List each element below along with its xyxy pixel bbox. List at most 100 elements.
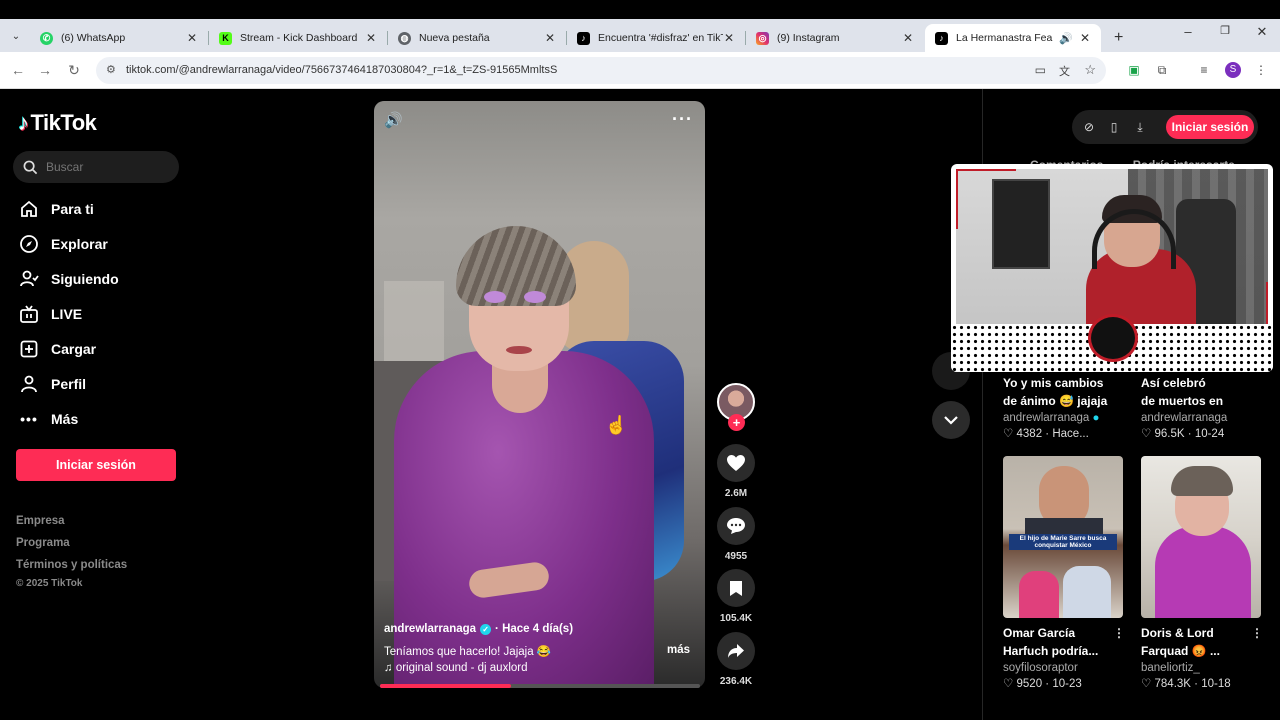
- share-action[interactable]: 236.4K: [716, 632, 756, 687]
- video-author-name[interactable]: andrewlarranaga: [384, 623, 476, 635]
- share-count: 236.4K: [719, 676, 753, 687]
- tab-title: (6) WhatsApp: [61, 32, 126, 44]
- close-tab-icon[interactable]: ✕: [365, 31, 377, 45]
- kick-icon: K: [219, 31, 232, 45]
- cast-icon[interactable]: ▭: [1035, 63, 1046, 77]
- video-more-link[interactable]: más: [667, 644, 690, 658]
- login-button[interactable]: Iniciar sesión: [16, 449, 176, 481]
- phone-icon[interactable]: ▯: [1106, 119, 1122, 135]
- search-icon: [23, 160, 38, 174]
- tab-active-tiktok-video[interactable]: ♪ La Hermanastra Fea y Ot 🔊 ✕: [925, 24, 1101, 52]
- recommended-card[interactable]: Doris & Lord ⋮ Farquad 😡 ... baneliortiz_…: [1141, 456, 1263, 690]
- site-info-icon[interactable]: ⚙: [106, 63, 116, 76]
- card-username[interactable]: baneliortiz_: [1141, 662, 1263, 674]
- nav-label: Cargar: [51, 341, 97, 357]
- comment-action[interactable]: 4955: [716, 507, 756, 562]
- tab-instagram[interactable]: ◎ (9) Instagram ✕: [746, 24, 924, 52]
- nav-explorar[interactable]: Explorar: [18, 231, 108, 257]
- card-username[interactable]: andrewlarranaga: [1141, 412, 1263, 424]
- bookmark-star-icon[interactable]: ☆: [1084, 62, 1096, 78]
- tab-whatsapp[interactable]: ✆ (6) WhatsApp ✕: [30, 24, 208, 52]
- new-tab-button[interactable]: +: [1104, 24, 1130, 52]
- tab-title: La Hermanastra Fea y Ot: [956, 32, 1053, 44]
- video-progress-bar[interactable]: [380, 684, 700, 688]
- card-thumbnail[interactable]: El hijo de Marie Sarre busca conquistar …: [1003, 456, 1123, 618]
- streamer-logo-icon: [1088, 314, 1138, 362]
- volume-icon[interactable]: 🔊: [384, 111, 406, 131]
- tab-title: Nueva pestaña: [419, 32, 490, 44]
- card-username[interactable]: soyfilosoraptor: [1003, 662, 1125, 674]
- nav-perfil[interactable]: Perfil: [18, 371, 86, 397]
- nav-live[interactable]: LIVE: [18, 301, 82, 327]
- url-bar[interactable]: ⚙ tiktok.com/@andrewlarranaga/video/7566…: [96, 57, 1106, 84]
- share-icon[interactable]: [717, 632, 755, 670]
- close-tab-icon[interactable]: ✕: [186, 31, 198, 45]
- card-thumbnail[interactable]: [1141, 456, 1261, 618]
- url-text[interactable]: tiktok.com/@andrewlarranaga/video/756673…: [126, 64, 557, 76]
- right-login-button[interactable]: Iniciar sesión: [1166, 115, 1254, 139]
- heart-icon[interactable]: [717, 444, 755, 482]
- video-music[interactable]: ♫ original sound - dj auxlord: [384, 662, 694, 674]
- tab-new-tab[interactable]: ◍ Nueva pestaña ✕: [388, 24, 566, 52]
- more-icon: •••: [20, 411, 38, 427]
- video-description-row: Teníamos que hacerlo! Jajaja 😂 más: [384, 644, 694, 658]
- tiktok-icon: ♪: [577, 31, 590, 45]
- footer-link-empresa[interactable]: Empresa: [16, 515, 65, 527]
- forward-button[interactable]: →: [36, 61, 54, 79]
- close-tab-icon[interactable]: ✕: [1079, 31, 1091, 45]
- nav-mas[interactable]: ••• Más: [18, 406, 78, 432]
- footer-link-programa[interactable]: Programa: [16, 537, 70, 549]
- restore-button[interactable]: ❐: [1210, 24, 1240, 37]
- browser-menu-icon[interactable]: ⋮: [1253, 62, 1269, 78]
- card-more-icon[interactable]: ⋮: [1251, 624, 1263, 642]
- tiktok-logo[interactable]: ♪ TikTok: [18, 110, 97, 136]
- thumbnail-wig: [1171, 466, 1233, 496]
- close-window-button[interactable]: ✕: [1247, 24, 1277, 40]
- extension-green-icon[interactable]: ▣: [1126, 62, 1142, 78]
- video-meta: andrewlarranaga ✓ · Hace 4 día(s) Teníam…: [384, 623, 694, 674]
- download-icon[interactable]: ⤓: [1132, 119, 1148, 135]
- video-post-time: · Hace 4 día(s): [495, 623, 574, 635]
- recommended-card[interactable]: El hijo de Marie Sarre busca conquistar …: [1003, 456, 1125, 690]
- extensions-puzzle-icon[interactable]: ⧉: [1154, 62, 1170, 78]
- video-more-options-icon[interactable]: ···: [672, 109, 693, 130]
- profile-avatar-icon[interactable]: S: [1225, 62, 1241, 78]
- compass-icon[interactable]: ⊘: [1081, 119, 1097, 135]
- translate-icon[interactable]: 文: [1059, 63, 1070, 79]
- tab-strip: ⌄ ✆ (6) WhatsApp ✕ K Stream - Kick Dashb…: [0, 19, 1280, 52]
- tab-tiktok-search[interactable]: ♪ Encuentra '#disfraz' en TikTok ✕: [567, 24, 745, 52]
- tab-kick[interactable]: K Stream - Kick Dashboard ✕: [209, 24, 387, 52]
- close-tab-icon[interactable]: ✕: [723, 31, 735, 45]
- recommended-card[interactable]: Así celebró de muertos en andrewlarranag…: [1141, 368, 1263, 440]
- media-control-icon[interactable]: ≡: [1196, 62, 1212, 78]
- footer-link-terms[interactable]: Términos y políticas: [16, 559, 127, 571]
- card-username[interactable]: andrewlarranaga ●: [1003, 412, 1125, 424]
- video-author-row: andrewlarranaga ✓ · Hace 4 día(s): [384, 623, 694, 635]
- globe-icon: ◍: [398, 31, 411, 45]
- nav-label: LIVE: [51, 306, 83, 322]
- follow-plus-icon[interactable]: +: [728, 414, 745, 431]
- back-button[interactable]: ←: [9, 61, 27, 79]
- speaker-icon[interactable]: 🔊: [1059, 32, 1073, 45]
- thumbnail-dress: [1155, 526, 1251, 618]
- minimize-button[interactable]: –: [1173, 24, 1203, 39]
- close-tab-icon[interactable]: ✕: [544, 31, 556, 45]
- next-video-button[interactable]: [932, 401, 970, 439]
- comment-icon[interactable]: [717, 507, 755, 545]
- like-action[interactable]: 2.6M: [716, 444, 756, 499]
- close-tab-icon[interactable]: ✕: [902, 31, 914, 45]
- card-more-icon[interactable]: ⋮: [1113, 624, 1125, 642]
- search-bar[interactable]: [13, 151, 179, 183]
- card-stats: ♡ 96.5K · 10-24: [1141, 428, 1225, 440]
- bookmark-icon[interactable]: [717, 569, 755, 607]
- recommended-card[interactable]: Yo y mis cambios de ánimo 😅 jajaja andre…: [1003, 368, 1125, 440]
- nav-para-ti[interactable]: Para ti: [18, 196, 94, 222]
- nav-siguiendo[interactable]: Siguiendo: [18, 266, 119, 292]
- search-input[interactable]: [46, 160, 166, 174]
- nav-label: Más: [51, 411, 79, 427]
- save-action[interactable]: 105.4K: [716, 569, 756, 624]
- video-player[interactable]: 🔊 ··· andrewlarranaga ✓ · Hace 4 día(s) …: [374, 101, 705, 688]
- nav-cargar[interactable]: Cargar: [18, 336, 96, 362]
- reload-button[interactable]: ↻: [65, 61, 83, 79]
- tab-search-button[interactable]: ⌄: [6, 26, 26, 46]
